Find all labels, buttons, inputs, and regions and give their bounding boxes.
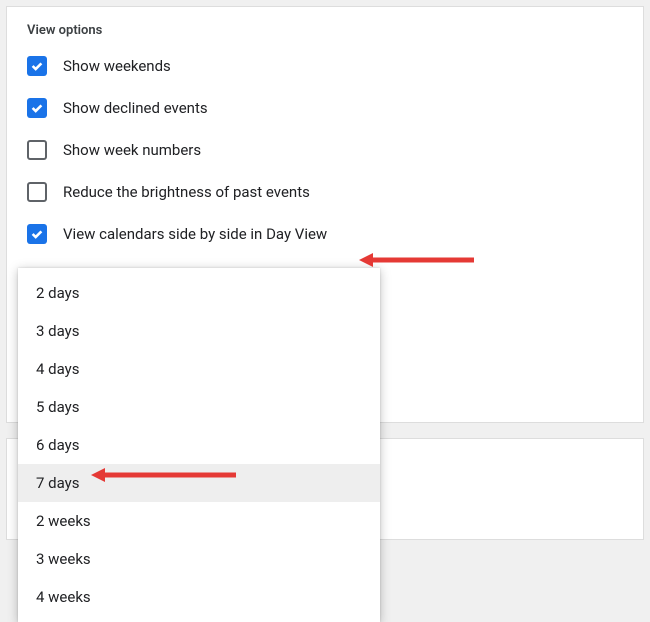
dropdown-item-4-days[interactable]: 4 days <box>18 350 380 388</box>
option-label: Show week numbers <box>63 141 201 159</box>
dropdown-item-5-days[interactable]: 5 days <box>18 388 380 426</box>
dropdown-item-4-weeks[interactable]: 4 weeks <box>18 578 380 616</box>
dropdown-item-3-weeks[interactable]: 3 weeks <box>18 540 380 578</box>
option-label: Show weekends <box>63 57 171 75</box>
dropdown-item-3-days[interactable]: 3 days <box>18 312 380 350</box>
checkbox-icon <box>27 98 47 118</box>
view-options-title: View options <box>27 23 623 38</box>
option-show-declined-events[interactable]: Show declined events <box>27 98 623 118</box>
option-side-by-side[interactable]: View calendars side by side in Day View <box>27 224 623 244</box>
option-label: Show declined events <box>63 99 208 117</box>
annotation-arrow-icon <box>91 465 241 485</box>
option-reduce-brightness[interactable]: Reduce the brightness of past events <box>27 182 623 202</box>
dropdown-item-6-days[interactable]: 6 days <box>18 426 380 464</box>
checkbox-icon <box>27 140 47 160</box>
option-label: View calendars side by side in Day View <box>63 225 327 243</box>
annotation-arrow-icon <box>359 250 479 270</box>
option-label: Reduce the brightness of past events <box>63 183 310 201</box>
dropdown-item-2-weeks[interactable]: 2 weeks <box>18 502 380 540</box>
option-show-week-numbers[interactable]: Show week numbers <box>27 140 623 160</box>
checkbox-icon <box>27 224 47 244</box>
dropdown-item-2-days[interactable]: 2 days <box>18 274 380 312</box>
checkbox-icon <box>27 56 47 76</box>
custom-view-dropdown[interactable]: 2 days 3 days 4 days 5 days 6 days 7 day… <box>18 268 380 622</box>
checkbox-icon <box>27 182 47 202</box>
option-show-weekends[interactable]: Show weekends <box>27 56 623 76</box>
